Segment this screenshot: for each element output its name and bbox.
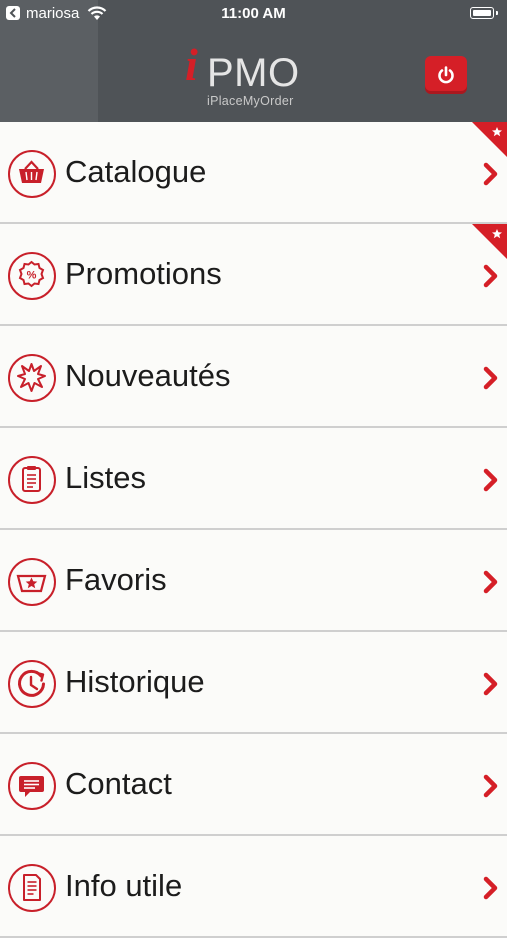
menu-item-label: Listes: [65, 460, 146, 495]
chevron-right-icon: [483, 774, 498, 798]
speech-bubble-icon: [8, 762, 56, 810]
menu-item-label: Promotions: [65, 256, 222, 291]
menu-item-label: Nouveautés: [65, 358, 231, 393]
chevron-right-icon: [483, 468, 498, 492]
menu-item-label: Historique: [65, 664, 205, 699]
menu-item-historique[interactable]: Historique: [0, 632, 507, 734]
chevron-right-icon: [483, 366, 498, 390]
logout-button[interactable]: [425, 56, 467, 94]
menu-item-contact[interactable]: Contact: [0, 734, 507, 836]
history-clock-icon: [8, 660, 56, 708]
chevron-right-icon: [483, 876, 498, 900]
menu-item-listes[interactable]: Listes: [0, 428, 507, 530]
logo-pmo: PMO: [207, 51, 300, 95]
clipboard-icon: [8, 456, 56, 504]
basket-star-icon: [8, 558, 56, 606]
basket-icon: [8, 150, 56, 198]
battery-icon: [470, 7, 498, 19]
menu-item-promotions[interactable]: % Promotions: [0, 224, 507, 326]
menu-item-label: Contact: [65, 766, 172, 801]
new-star-flag-icon: [472, 122, 507, 157]
logo-letter-i: i: [185, 39, 198, 90]
menu-item-catalogue[interactable]: Catalogue: [0, 122, 507, 224]
menu-item-favoris[interactable]: Favoris: [0, 530, 507, 632]
burst-icon: [8, 354, 56, 402]
ipmo-logo: i PMO iPlaceMyOrder: [185, 38, 315, 112]
svg-text:%: %: [27, 270, 37, 282]
chevron-right-icon: [483, 162, 498, 186]
chevron-right-icon: [483, 264, 498, 288]
percent-badge-icon: %: [8, 252, 56, 300]
app-header: mariosa 11:00 AM i PMO iPlaceMyOrder: [0, 0, 507, 122]
status-bar: mariosa 11:00 AM: [0, 0, 507, 28]
menu-item-label: Favoris: [65, 562, 167, 597]
menu-item-label: Info utile: [65, 868, 183, 903]
power-icon: [438, 66, 454, 84]
menu-item-nouveautes[interactable]: Nouveautés: [0, 326, 507, 428]
new-star-flag-icon: [472, 224, 507, 259]
menu-item-label: Catalogue: [65, 154, 207, 189]
document-icon: [8, 864, 56, 912]
menu-item-info-utile[interactable]: Info utile: [0, 836, 507, 938]
logo-tagline: iPlaceMyOrder: [207, 94, 294, 108]
chevron-right-icon: [483, 570, 498, 594]
chevron-right-icon: [483, 672, 498, 696]
status-time: 11:00 AM: [221, 5, 286, 22]
